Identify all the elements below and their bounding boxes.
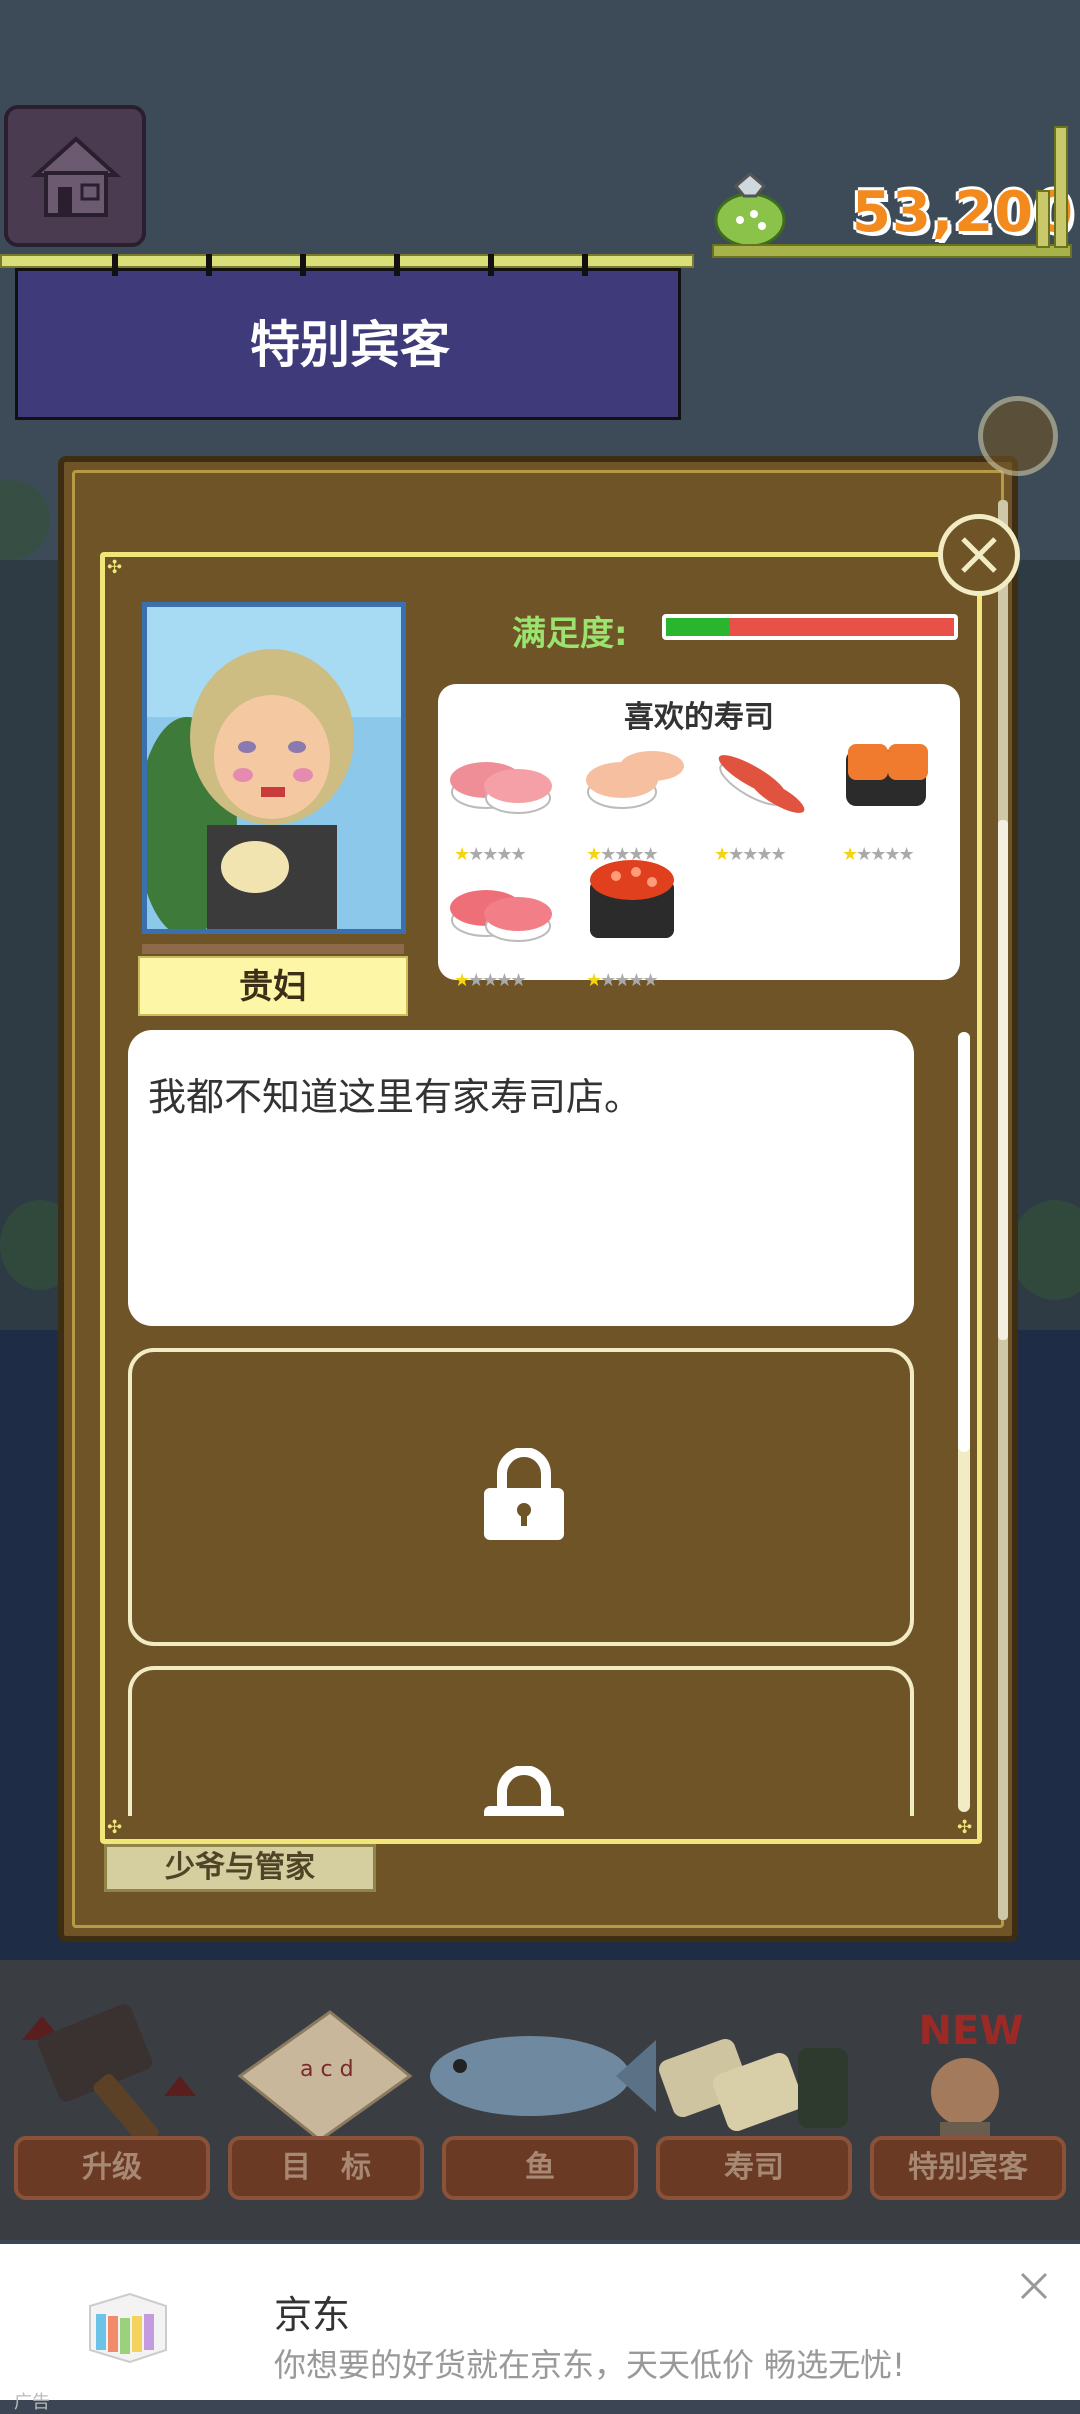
satisfaction-fill — [666, 618, 730, 636]
tab-special-guest[interactable]: 特别宾客 — [870, 2136, 1066, 2200]
lady-avatar — [137, 649, 401, 937]
corner-ornament: ✣ — [107, 1817, 123, 1838]
fatty-tuna-nigiri-icon[interactable] — [446, 852, 556, 962]
banner-rod — [0, 254, 694, 268]
close-icon — [961, 537, 997, 573]
tab-goals[interactable]: 目 标 — [228, 2136, 424, 2200]
tab-fish[interactable]: 鱼 — [442, 2136, 638, 2200]
close-icon[interactable] — [1016, 2268, 1052, 2304]
next-guest-label[interactable]: 少爷与管家 — [104, 1844, 376, 1892]
banner-tab — [488, 254, 494, 276]
customer-message-box: 我都不知道这里有家寿司店。 — [128, 1030, 914, 1326]
special-guest-icon — [931, 2058, 999, 2144]
ad-tag: 广告 — [14, 2392, 50, 2413]
tuna-nigiri-icon[interactable] — [446, 724, 556, 834]
locked-message-slot[interactable] — [128, 1666, 914, 1816]
banner-tab — [206, 254, 212, 276]
outer-scrollbar-thumb[interactable] — [998, 820, 1008, 1340]
star-rating: ★★★★★ — [842, 844, 915, 865]
star-rating: ★★★★★ — [454, 844, 527, 865]
hammer-icon — [22, 2004, 196, 2146]
customer-name: 贵妇 — [138, 956, 408, 1016]
page-title: 特别宾客 — [250, 316, 450, 374]
tab-upgrade[interactable]: 升级 — [14, 2136, 210, 2200]
customer-message: 我都不知道这里有家寿司店。 — [148, 1075, 643, 1119]
banner-tab — [112, 254, 118, 276]
house-icon — [30, 136, 122, 217]
target-chart-icon: a c d — [237, 2010, 413, 2142]
ad-description[interactable]: 你想要的好货就在京东，天天低价 畅选无忧! — [274, 2340, 905, 2386]
ad-title[interactable]: 京东 — [274, 2284, 350, 2339]
dialog-close-button[interactable] — [938, 514, 1020, 596]
bamboo-decoration — [1054, 126, 1068, 248]
fish-icon — [430, 2036, 656, 2116]
locked-message-slot[interactable] — [128, 1348, 914, 1646]
star-rating: ★★★★★ — [586, 844, 659, 865]
money-amount: 53,200 — [852, 180, 1075, 245]
outer-close-icon[interactable] — [978, 396, 1058, 476]
dialog-scrollbar-thumb[interactable] — [958, 1032, 970, 1452]
star-rating: ★★★★★ — [586, 970, 659, 991]
tab-sushi[interactable]: 寿司 — [656, 2136, 852, 2200]
satisfaction-bar — [662, 614, 958, 640]
banner-tab — [394, 254, 400, 276]
bamboo-decoration — [1036, 190, 1050, 248]
banner-tab — [582, 254, 588, 276]
corner-ornament: ✣ — [107, 557, 123, 578]
ad-product-icon — [89, 2292, 167, 2364]
shrimp-nigiri-icon[interactable] — [708, 724, 818, 834]
money-bag-icon — [714, 172, 786, 248]
star-rating: ★★★★★ — [454, 970, 527, 991]
satisfaction-label: 满足度: — [512, 614, 628, 654]
favorite-sushi-panel: 喜欢的寿司 ★★★★★ ★★★★★ ★★★★★ ★★★★★ ★★★★★ ★★★★… — [438, 684, 960, 991]
sushi-plate-icon — [658, 2038, 848, 2132]
bamboo-rail — [712, 244, 1072, 258]
banner-tab — [300, 254, 306, 276]
svg-text:a c d: a c d — [300, 2057, 354, 2082]
salmon-gunkan-icon[interactable] — [838, 720, 948, 830]
star-rating: ★★★★★ — [714, 844, 787, 865]
home-button[interactable] — [4, 105, 146, 247]
lock-icon — [484, 1766, 564, 1816]
customer-portrait — [137, 602, 406, 937]
corner-ornament: ✣ — [957, 1817, 973, 1838]
salmon-nigiri-icon[interactable] — [582, 724, 692, 834]
lock-icon — [484, 1448, 564, 1540]
nameplate-rail — [142, 944, 404, 954]
new-badge: NEW — [918, 2008, 1024, 2054]
